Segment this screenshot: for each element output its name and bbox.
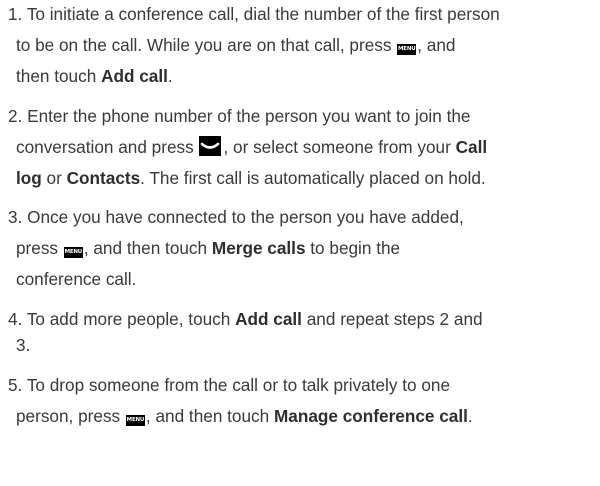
menu-key-icon: MENU — [63, 247, 83, 258]
step-2-line-3: log or Contacts. The first call is autom… — [16, 168, 486, 188]
step-4-line-1: 4. To add more people, touch Add call an… — [8, 309, 483, 329]
step-5-line-1: 5. To drop someone from the call or to t… — [8, 375, 451, 395]
step-2-line-1: 2. Enter the phone number of the person … — [8, 106, 471, 126]
step-number: 3. — [8, 207, 23, 227]
step-1-line-2: to be on the call. While you are on that… — [16, 35, 456, 55]
step-1-line-1: 1. To initiate a conference call, dial t… — [8, 4, 500, 24]
step-3-line-1: 3. Once you have connected to the person… — [8, 207, 464, 227]
step-5-line-2: person, press MENU, and then touch Manag… — [16, 406, 473, 426]
step-number: 5. — [8, 375, 23, 395]
manage-conference-call-term: Manage conference call — [273, 406, 468, 426]
step-4: 4. To add more people, touch Add call an… — [8, 306, 600, 358]
step-3: 3. Once you have connected to the person… — [8, 204, 600, 292]
instruction-page: 1. To initiate a conference call, dial t… — [0, 0, 600, 486]
send-key-icon — [199, 136, 222, 156]
step-1: 1. To initiate a conference call, dial t… — [8, 0, 600, 89]
step-5: 5. To drop someone from the call or to t… — [8, 372, 600, 434]
conference-call-steps: 1. To initiate a conference call, dial t… — [8, 0, 600, 434]
step-2-line-2: conversation and press , or select someo… — [16, 136, 488, 157]
step-3-line-3: conference call. — [16, 269, 137, 289]
add-call-term: Add call — [101, 66, 168, 86]
menu-key-icon: MENU — [397, 44, 417, 55]
step-1-line-3: then touch Add call. — [16, 66, 173, 86]
step-number: 2. — [8, 106, 23, 126]
step-2: 2. Enter the phone number of the person … — [8, 103, 600, 191]
contacts-term: Contacts — [66, 168, 141, 188]
step-number: 4. — [8, 309, 23, 329]
add-call-term: Add call — [235, 309, 302, 329]
step-3-line-2: press MENU, and then touch Merge calls t… — [16, 238, 401, 258]
step-4-line-2: 3. — [16, 335, 31, 355]
menu-key-icon: MENU — [125, 415, 145, 426]
call-log-term-part1: Call — [455, 137, 488, 157]
merge-calls-term: Merge calls — [211, 238, 306, 258]
step-number: 1. — [8, 4, 23, 24]
call-log-term-part2: log — [16, 168, 42, 188]
